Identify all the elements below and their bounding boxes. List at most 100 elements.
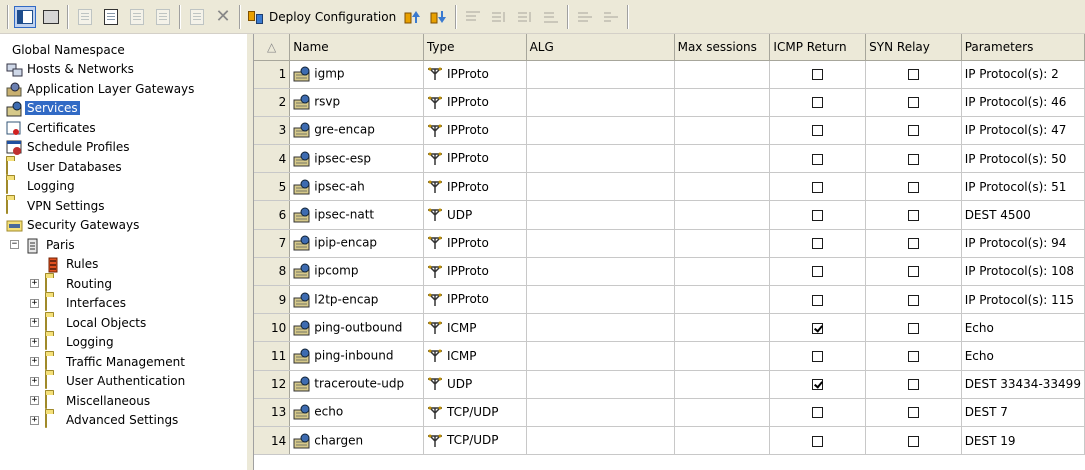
table-row[interactable]: 4 ipsec-esp IPProto IP Protocol(s): 50 (254, 144, 1085, 174)
details-pane-toggle-button[interactable] (40, 6, 62, 28)
icmp-return-checkbox[interactable] (812, 69, 824, 81)
alg-cell[interactable] (526, 144, 675, 174)
syn-relay-checkbox[interactable] (907, 379, 919, 391)
syn-relay-checkbox[interactable] (907, 435, 919, 447)
pane-splitter[interactable] (246, 34, 254, 470)
cut-button[interactable] (100, 6, 122, 28)
properties-button[interactable] (186, 6, 208, 28)
icmp-return-checkbox[interactable] (812, 181, 824, 193)
collapse-button[interactable]: − (10, 240, 19, 250)
alg-cell[interactable] (526, 88, 675, 117)
table-row[interactable]: 10 ping-outbound ICMP Echo (254, 313, 1085, 343)
max-sessions-cell[interactable] (674, 60, 771, 89)
max-sessions-cell[interactable] (674, 313, 771, 343)
parameters-cell[interactable]: IP Protocol(s): 94 (961, 229, 1085, 258)
max-sessions-cell[interactable] (674, 370, 771, 399)
tree-item-rules[interactable]: Rules (0, 255, 246, 275)
icmp-return-checkbox[interactable] (812, 97, 824, 109)
tree-root[interactable]: Global Namespace (0, 40, 246, 60)
sort-indicator-header[interactable]: △ (254, 34, 291, 61)
type-cell[interactable]: TCP/UDP (423, 426, 527, 456)
alg-cell[interactable] (526, 398, 675, 427)
type-cell[interactable]: IPProto (423, 229, 527, 258)
expand-button[interactable]: + (30, 318, 39, 328)
alg-cell[interactable] (526, 370, 675, 399)
column-header-type[interactable]: Type (423, 34, 527, 61)
type-cell[interactable]: UDP (423, 370, 527, 399)
tree-item-paris[interactable]: − Paris (0, 235, 246, 255)
expand-button[interactable]: + (30, 396, 39, 406)
table-row[interactable]: 14 chargen TCP/UDP DEST 19 (254, 426, 1085, 456)
icmp-return-checkbox[interactable] (812, 350, 824, 362)
syn-relay-checkbox[interactable] (907, 322, 919, 334)
syn-relay-checkbox[interactable] (907, 181, 919, 193)
parameters-cell[interactable]: DEST 7 (961, 398, 1085, 427)
insert-separator-button[interactable] (600, 6, 622, 28)
service-name-cell[interactable]: ipsec-esp (289, 144, 424, 174)
tree-item-vpn-settings[interactable]: VPN Settings (0, 196, 246, 216)
icmp-return-checkbox[interactable] (812, 379, 824, 391)
tree-item-application-layer-gateways[interactable]: Application Layer Gateways (0, 79, 246, 99)
alg-cell[interactable] (526, 116, 675, 146)
table-row[interactable]: 1 igmp IPProto IP Protocol(s): 2 (254, 60, 1085, 89)
service-name-cell[interactable]: gre-encap (289, 116, 424, 146)
alg-cell[interactable] (526, 426, 675, 456)
parameters-cell[interactable]: IP Protocol(s): 51 (961, 172, 1085, 202)
parameters-cell[interactable]: Echo (961, 313, 1085, 343)
service-name-cell[interactable]: ping-outbound (289, 313, 424, 343)
copy-button[interactable] (74, 6, 96, 28)
type-cell[interactable]: IPProto (423, 116, 527, 146)
syn-relay-checkbox[interactable] (907, 153, 919, 165)
max-sessions-cell[interactable] (674, 116, 771, 146)
tree-item-advanced-settings[interactable]: + Advanced Settings (0, 411, 246, 431)
expand-button[interactable]: + (30, 415, 39, 425)
move-top-button[interactable] (462, 6, 484, 28)
tree-item-routing[interactable]: + Routing (0, 274, 246, 294)
alg-cell[interactable] (526, 341, 675, 371)
table-row[interactable]: 3 gre-encap IPProto IP Protocol(s): 47 (254, 116, 1085, 146)
icmp-return-checkbox[interactable] (812, 407, 824, 419)
column-header-syn-relay[interactable]: SYN Relay (865, 34, 962, 61)
syn-relay-checkbox[interactable] (907, 350, 919, 362)
type-cell[interactable]: ICMP (423, 313, 527, 343)
tree-item-miscellaneous[interactable]: + Miscellaneous (0, 391, 246, 411)
icmp-return-checkbox[interactable] (812, 266, 824, 278)
expand-button[interactable]: + (30, 337, 39, 347)
syn-relay-checkbox[interactable] (907, 69, 919, 81)
table-row[interactable]: 7 ipip-encap IPProto IP Protocol(s): 94 (254, 229, 1085, 258)
icmp-return-checkbox[interactable] (812, 125, 824, 137)
syn-relay-checkbox[interactable] (907, 238, 919, 250)
service-name-cell[interactable]: rsvp (289, 88, 424, 117)
max-sessions-cell[interactable] (674, 144, 771, 174)
service-name-cell[interactable]: l2tp-encap (289, 285, 424, 315)
parameters-cell[interactable]: DEST 33434-33499 (961, 370, 1085, 399)
table-row[interactable]: 8 ipcomp IPProto IP Protocol(s): 108 (254, 257, 1085, 287)
deploy-down-button[interactable] (428, 6, 450, 28)
syn-relay-checkbox[interactable] (907, 97, 919, 109)
service-name-cell[interactable]: chargen (289, 426, 424, 456)
service-name-cell[interactable]: echo (289, 398, 424, 427)
syn-relay-checkbox[interactable] (907, 125, 919, 137)
parameters-cell[interactable]: IP Protocol(s): 108 (961, 257, 1085, 287)
tree-item-schedule-profiles[interactable]: Schedule Profiles (0, 138, 246, 158)
tree-item-interfaces[interactable]: + Interfaces (0, 294, 246, 314)
type-cell[interactable]: IPProto (423, 60, 527, 89)
column-header-icmp-return[interactable]: ICMP Return (769, 34, 867, 61)
paste-button[interactable] (126, 6, 148, 28)
tree-item-local-objects[interactable]: + Local Objects (0, 313, 246, 333)
type-cell[interactable]: TCP/UDP (423, 398, 527, 427)
alg-cell[interactable] (526, 60, 675, 89)
table-row[interactable]: 2 rsvp IPProto IP Protocol(s): 46 (254, 88, 1085, 117)
insert-button[interactable] (574, 6, 596, 28)
max-sessions-cell[interactable] (674, 285, 771, 315)
type-cell[interactable]: IPProto (423, 257, 527, 287)
alg-cell[interactable] (526, 229, 675, 258)
service-name-cell[interactable]: traceroute-udp (289, 370, 424, 399)
type-cell[interactable]: UDP (423, 200, 527, 230)
parameters-cell[interactable]: IP Protocol(s): 47 (961, 116, 1085, 146)
syn-relay-checkbox[interactable] (907, 266, 919, 278)
tree-item-logging[interactable]: + Logging (0, 333, 246, 353)
alg-cell[interactable] (526, 285, 675, 315)
max-sessions-cell[interactable] (674, 200, 771, 230)
parameters-cell[interactable]: IP Protocol(s): 46 (961, 88, 1085, 117)
